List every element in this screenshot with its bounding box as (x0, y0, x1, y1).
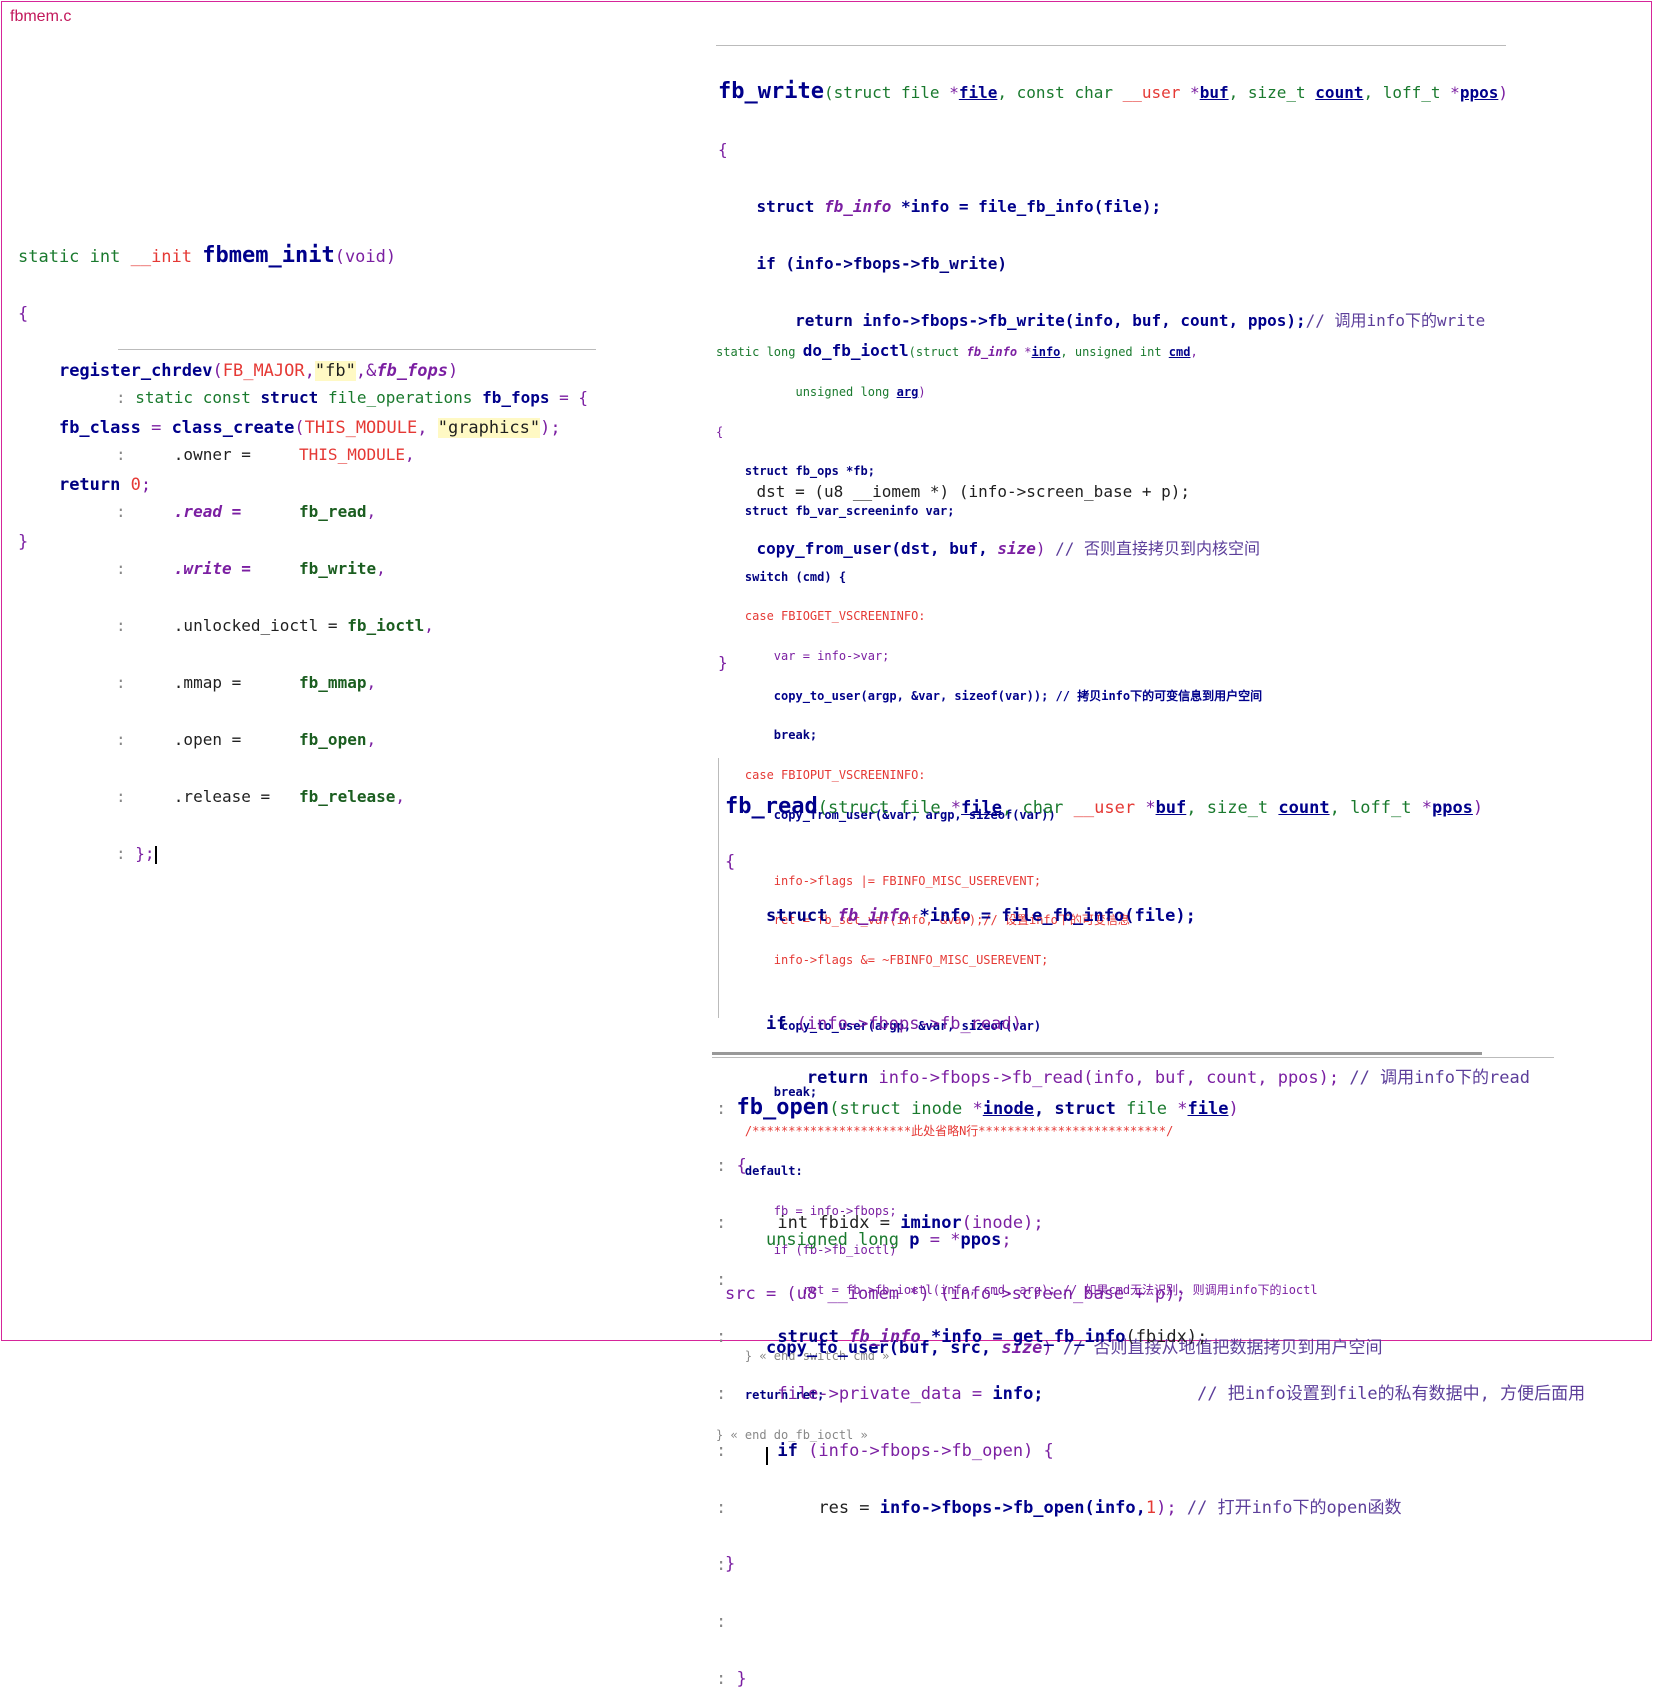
brace: { (736, 1156, 747, 1176)
code-line: : file->private_data = info; // 把info设置到… (716, 1384, 1586, 1404)
code-line: if (info->fbops->fb_write) (756, 254, 1007, 273)
separator (718, 758, 719, 1018)
code-line: : struct fb_info *info = get_fb_info(fbi… (716, 1327, 1208, 1347)
fb-fops-row: : .unlocked_ioctl = fb_ioctl, (116, 616, 434, 635)
code-line: struct fb_var_screeninfo var; (716, 503, 955, 518)
fb-open-code: : fb_open(struct inode *inode, struct fi… (716, 1095, 1586, 1689)
code-line: : res = info->fbops->fb_open(info,1); //… (716, 1498, 1402, 1518)
code-line: if (info->fbops->fb_read) (765, 1014, 1022, 1034)
code-line: struct fb_info *info = file_fb_info(file… (756, 197, 1162, 216)
fb-fops-row: : .open = fb_open, (116, 730, 377, 749)
separator (712, 1052, 1482, 1055)
brace: } (736, 1669, 747, 1689)
code-line: copy_to_user(argp, &var, sizeof(var)); /… (716, 688, 1263, 703)
code-line: var = info->var; (716, 649, 890, 664)
code-line: switch (cmd) { (716, 569, 847, 584)
fbmem-init-signature: static int __init fbmem_init(void) (18, 243, 397, 268)
file-title: fbmem.c (10, 8, 72, 25)
fb-fops-row: : .write = fb_write, (116, 559, 386, 578)
brace: { (718, 140, 728, 159)
fb-fops-header: : static const struct file_operations fb… (116, 388, 589, 407)
code-line: struct fb_info *info = file_fb_info(file… (765, 906, 1196, 926)
code-line: : if (info->fbops->fb_open) { (716, 1441, 1054, 1461)
text-cursor (154, 845, 157, 864)
fb-fops-close: : }; (116, 844, 157, 864)
fb-read-signature: fb_read(struct file *file, char __user *… (725, 794, 1484, 819)
code-line: : int fbidx = iminor(inode); (716, 1213, 1044, 1233)
brace: { (18, 304, 29, 324)
fb-write-signature: fb_write(struct file *file, const char _… (718, 79, 1508, 104)
code-line: case FBIOGET_VSCREENINFO: (716, 609, 926, 624)
separator (712, 1057, 1554, 1058)
fb-fops-row: : .mmap = fb_mmap, (116, 673, 377, 692)
do-fb-ioctl-signature-2: unsigned long arg) (795, 385, 926, 400)
code-line: { (716, 424, 724, 439)
brace: { (725, 852, 736, 872)
fb-fops-row: : .read = fb_read, (116, 502, 377, 521)
fb-fops-row: : .release = fb_release, (116, 787, 405, 806)
fb-fops-row: : .owner = THIS_MODULE, (116, 445, 415, 464)
code-line: break; (716, 728, 818, 743)
fb-open-signature: : fb_open(struct inode *inode, struct fi… (716, 1095, 1239, 1120)
do-fb-ioctl-signature: static long do_fb_ioctl(struct fb_info *… (716, 341, 1198, 361)
fb-fops-code: : static const struct file_operations fb… (116, 350, 588, 883)
code-line: struct fb_ops *fb; (716, 464, 875, 479)
